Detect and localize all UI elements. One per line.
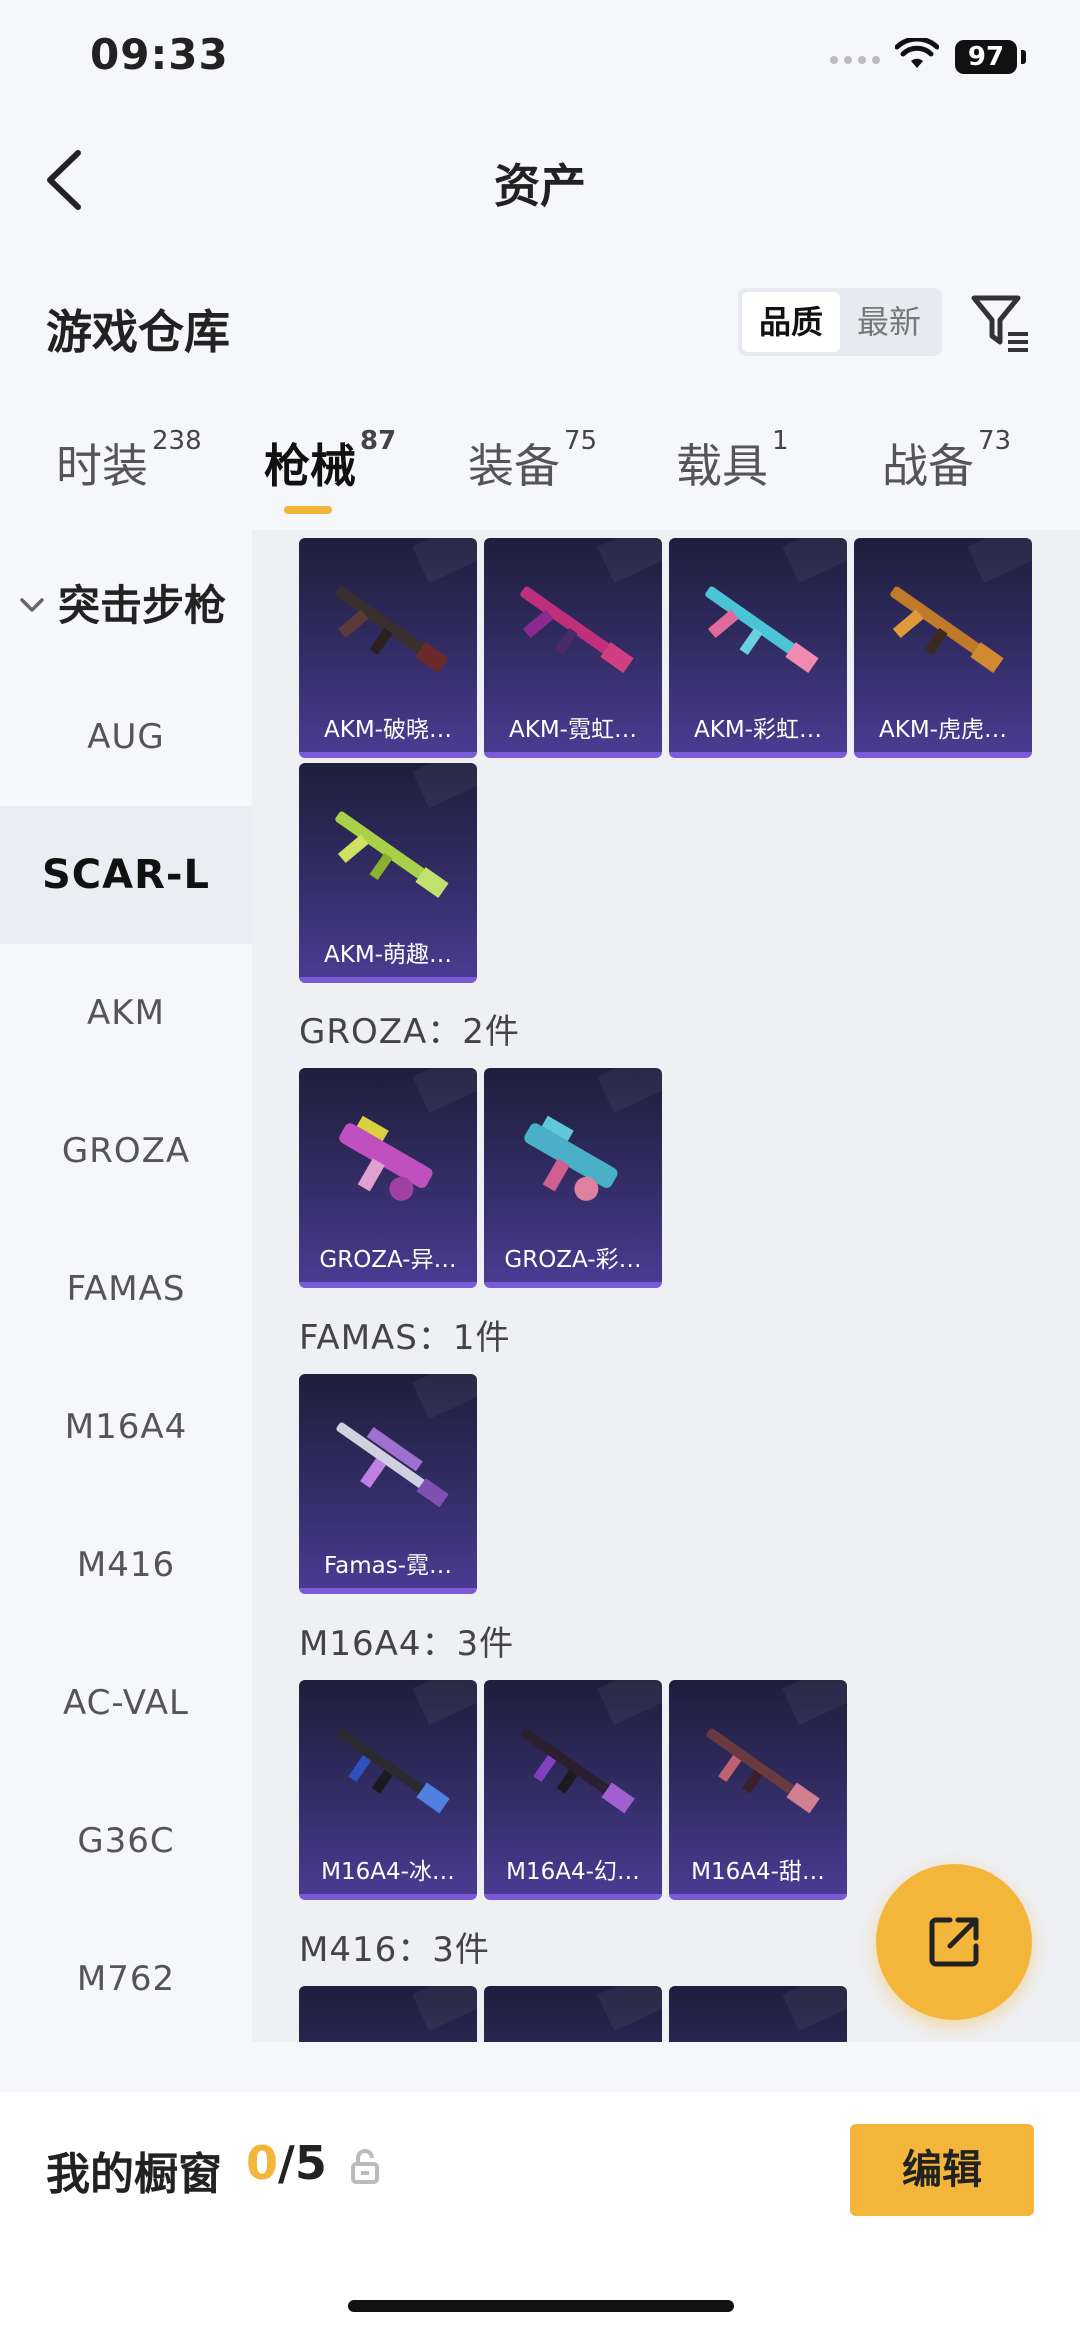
skin-card[interactable]: AKM-虎虎…	[854, 538, 1032, 758]
skin-card[interactable]: AKM-彩虹…	[669, 538, 847, 758]
tab-count: 87	[360, 426, 397, 456]
tab-fashion[interactable]: 时装 238	[56, 426, 202, 496]
skin-card[interactable]	[669, 1986, 847, 2042]
page-title: 资产	[494, 159, 586, 213]
skin-card[interactable]: M16A4-幻…	[484, 1680, 662, 1900]
akm-grid-row-2: AKM-萌趣…	[299, 763, 477, 983]
sort-quality-option[interactable]: 品质	[742, 292, 840, 352]
active-tab-indicator	[284, 506, 332, 514]
sort-newest-option[interactable]: 最新	[840, 292, 938, 352]
chevron-down-icon[interactable]	[18, 594, 46, 616]
wifi-icon	[895, 38, 939, 68]
weapon-type-sidebar: 突击步枪 AUG SCAR-L AKM GROZA FAMAS M16A4 M4…	[0, 530, 252, 2042]
battery-indicator: 97	[955, 40, 1017, 74]
groza-grid: GROZA-异… GROZA-彩…	[299, 1068, 662, 1288]
tab-label: 装备	[468, 439, 560, 493]
akm-grid: AKM-破晓… AKM-霓虹… AKM-彩虹… AKM-虎虎…	[299, 538, 1032, 758]
rifle-icon	[336, 1422, 449, 1508]
showcase-used: 0	[246, 2136, 279, 2190]
warehouse-title: 游戏仓库	[46, 305, 230, 359]
tab-count: 1	[772, 426, 789, 456]
skin-card[interactable]: M16A4-冰…	[299, 1680, 477, 1900]
skin-card[interactable]: M16A4-甜…	[669, 1680, 847, 1900]
skin-card[interactable]: Famas-霓…	[299, 1374, 477, 1594]
status-bar: 09:33 97	[0, 0, 1080, 120]
sidebar-group-assault-rifle[interactable]: 突击步枪	[58, 572, 226, 633]
sidebar-item-m762[interactable]: M762	[0, 1910, 252, 2042]
tab-count: 75	[564, 426, 598, 456]
tab-count: 238	[152, 426, 202, 456]
signal-icon	[830, 56, 880, 64]
sidebar-item-aug[interactable]: AUG	[0, 668, 252, 806]
m16a4-grid: M16A4-冰… M16A4-幻… M16A4-甜…	[299, 1680, 847, 1900]
lock-icon	[351, 2149, 379, 2184]
share-icon	[929, 1917, 979, 1967]
skin-card[interactable]: AKM-破晓…	[299, 538, 477, 758]
sidebar-item-m416[interactable]: M416	[0, 1496, 252, 1634]
skin-card[interactable]: GROZA-彩…	[484, 1068, 662, 1288]
skin-card[interactable]: AKM-萌趣…	[299, 763, 477, 983]
rifle-icon	[339, 1115, 433, 1201]
sidebar-item-g36c[interactable]: G36C	[0, 1772, 252, 1910]
sidebar-item-akm[interactable]: AKM	[0, 944, 252, 1082]
tab-label: 战备	[882, 439, 974, 493]
sort-toggle: 品质 最新	[738, 288, 942, 356]
battery-tip	[1021, 50, 1026, 64]
nav-bar: 资产	[0, 130, 1080, 230]
skin-name: M16A4-冰…	[321, 1859, 455, 1885]
showcase-count: 0/5	[246, 2136, 327, 2190]
tab-count: 73	[978, 426, 1012, 456]
skin-card[interactable]	[484, 1986, 662, 2042]
sidebar-item-groza[interactable]: GROZA	[0, 1082, 252, 1220]
tab-label: 时装	[56, 439, 148, 493]
m416-grid	[299, 1986, 847, 2042]
skin-name: M16A4-幻…	[506, 1859, 640, 1885]
skin-card[interactable]: AKM-霓虹…	[484, 538, 662, 758]
skin-name: AKM-虎虎…	[879, 717, 1007, 743]
share-button[interactable]	[876, 1864, 1032, 2020]
skin-name: AKM-萌趣…	[324, 942, 452, 968]
tab-label: 载具	[676, 439, 768, 493]
tab-vehicles[interactable]: 载具 1	[676, 426, 789, 496]
category-tabs: 时装 238 枪械 87 装备 75 载具 1 战备 73	[0, 426, 1080, 530]
rifle-icon	[706, 1728, 820, 1814]
sidebar-item-scar-l[interactable]: SCAR-L	[0, 806, 252, 944]
tab-supplies[interactable]: 战备 73	[882, 426, 1011, 496]
section-title-famas: FAMAS：1件	[299, 1318, 511, 1358]
skin-name: GROZA-异…	[319, 1247, 457, 1273]
sidebar-item-famas[interactable]: FAMAS	[0, 1220, 252, 1358]
skin-name: AKM-霓虹…	[509, 717, 637, 743]
home-indicator	[348, 2300, 734, 2312]
tab-equipment[interactable]: 装备 75	[468, 426, 597, 496]
skin-name: AKM-破晓…	[324, 717, 452, 743]
skin-card[interactable]	[299, 1986, 477, 2042]
rifle-icon	[336, 1728, 450, 1814]
rifle-icon	[520, 586, 634, 673]
rifle-icon	[335, 811, 449, 898]
showcase-label: 我的橱窗	[46, 2149, 222, 2200]
rifle-icon	[335, 586, 449, 673]
tab-label: 枪械	[264, 439, 356, 493]
filter-icon[interactable]	[968, 290, 1032, 354]
rifle-icon	[524, 1115, 618, 1201]
sidebar-item-m16a4[interactable]: M16A4	[0, 1358, 252, 1496]
section-title-m416: M416：3件	[299, 1930, 490, 1970]
skin-name: AKM-彩虹…	[694, 717, 822, 743]
section-title-groza: GROZA：2件	[299, 1012, 520, 1052]
sidebar-item-ac-val[interactable]: AC-VAL	[0, 1634, 252, 1772]
section-title-m16a4: M16A4：3件	[299, 1624, 515, 1664]
edit-button[interactable]: 编辑	[850, 2124, 1034, 2216]
rifle-icon	[890, 586, 1004, 673]
skin-name: M16A4-甜…	[691, 1859, 825, 1885]
skin-name: Famas-霓…	[324, 1553, 452, 1579]
skin-card[interactable]: GROZA-异…	[299, 1068, 477, 1288]
skin-name: GROZA-彩…	[504, 1247, 642, 1273]
status-time: 09:33	[90, 30, 229, 79]
rifle-icon	[521, 1728, 635, 1814]
weapon-grid: AKM-破晓… AKM-霓虹… AKM-彩虹… AKM-虎虎… AKM-萌趣… …	[252, 530, 1080, 2042]
tab-weapons[interactable]: 枪械 87	[264, 426, 396, 496]
showcase-total: /5	[278, 2136, 327, 2190]
rifle-icon	[705, 586, 819, 673]
famas-grid: Famas-霓…	[299, 1374, 477, 1594]
